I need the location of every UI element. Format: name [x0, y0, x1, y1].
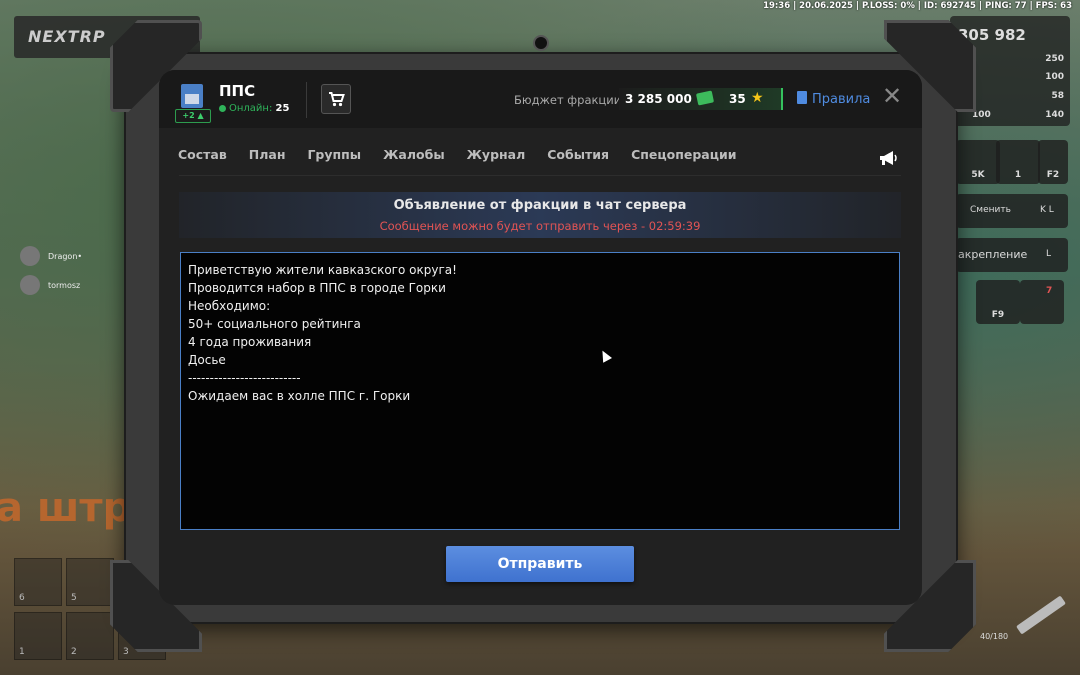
cooldown-text: Сообщение можно будет отправить через - …	[379, 219, 701, 233]
notification-count: 7	[1046, 286, 1053, 296]
ammo-counter: 40/180	[980, 632, 1009, 641]
hud-item-box: 1	[996, 140, 1040, 184]
message-line: Ожидаем вас в холле ППС г. Горки	[188, 389, 411, 403]
online-count: 25	[275, 103, 290, 114]
send-button[interactable]: Отправить	[446, 546, 634, 582]
online-status: Онлайн: 25	[219, 103, 289, 114]
inventory-slot: 1	[14, 612, 62, 660]
message-line: 50+ социального рейтинга	[188, 317, 361, 331]
tablet-camera	[533, 35, 549, 51]
pin-key: L	[1046, 249, 1052, 259]
tab-complaints[interactable]: Жалобы	[383, 147, 445, 162]
hud-stat-health: 250	[1045, 54, 1064, 64]
header-divider	[306, 82, 307, 118]
megaphone-icon[interactable]	[878, 150, 900, 166]
tab-groups[interactable]: Группы	[307, 147, 361, 162]
slot-number: 3	[123, 647, 129, 657]
message-line: Проводится набор в ППС в городе Горки	[188, 281, 446, 295]
document-icon	[797, 91, 807, 104]
police-building-icon	[181, 84, 203, 108]
inventory-slot: 2	[66, 612, 114, 660]
money-box-value: 5K	[971, 170, 985, 180]
tabs-divider	[179, 175, 901, 176]
rules-link[interactable]: Правила	[797, 91, 870, 107]
cart-icon	[329, 92, 345, 107]
hud-stat-hunger: 58	[1051, 91, 1064, 101]
hud-stat-armor: 140	[1045, 110, 1064, 120]
close-icon[interactable]: ✕	[882, 84, 902, 108]
inventory-slot: 6	[14, 558, 62, 606]
change-keys: K L	[1040, 205, 1054, 215]
notification-bell[interactable]: 7	[1020, 280, 1064, 324]
message-line: Досье	[188, 353, 226, 367]
star-icon: ★	[751, 90, 764, 106]
slot-number: 2	[71, 647, 77, 657]
voice-player-2: tormosz	[20, 275, 80, 295]
tab-sostav[interactable]: Состав	[178, 147, 227, 162]
player-name: tormosz	[48, 280, 81, 290]
hud-money-box: 5K	[956, 140, 1000, 184]
rank-badge: +2 ▲	[175, 109, 211, 123]
rank-badge-value: +2	[182, 111, 195, 120]
hud-stat-stamina: 100	[1045, 72, 1064, 82]
online-label: Онлайн:	[229, 103, 273, 114]
slot-number: 5	[71, 593, 77, 603]
hud-key-f2: F2	[1038, 140, 1068, 184]
hud-pin-box: акрепление L	[956, 238, 1068, 272]
budget-label: Бюджет фракции:	[514, 93, 626, 107]
online-dot-icon	[219, 104, 226, 112]
money-icon	[695, 90, 715, 106]
hud-change-box: Сменить K L	[956, 194, 1068, 228]
faction-header: +2 ▲ ППС Онлайн: 25 Бюджет фракции: 3 28…	[159, 70, 922, 128]
faction-icon: +2 ▲	[175, 82, 211, 123]
hud-key-f9: F9	[976, 280, 1020, 324]
announcement-title: Объявление от фракции в чат сервера	[393, 198, 687, 213]
message-textarea[interactable]: Приветствую жители кавказского округа! П…	[180, 252, 900, 530]
voice-player-1: Dragon•	[20, 246, 82, 266]
key-f9-label: F9	[991, 310, 1005, 320]
rules-label: Правила	[812, 92, 871, 107]
tab-events[interactable]: События	[547, 147, 609, 162]
player-name: Dragon•	[48, 251, 83, 261]
budget-box: 3 285 000 35 ★	[619, 88, 783, 110]
slot-number: 1	[19, 647, 25, 657]
message-line: --------------------------	[188, 371, 301, 385]
tab-bar: Состав План Группы Жалобы Журнал События…	[178, 147, 737, 162]
tablet-screen: +2 ▲ ППС Онлайн: 25 Бюджет фракции: 3 28…	[159, 70, 922, 605]
message-line: Приветствую жители кавказского округа!	[188, 263, 457, 277]
item-box-value: 1	[1014, 170, 1022, 180]
avatar	[20, 246, 40, 266]
announcement-banner: Объявление от фракции в чат сервера Сооб…	[179, 192, 901, 238]
message-line: 4 года проживания	[188, 335, 312, 349]
status-bar: 19:36 | 20.06.2025 | P.LOSS: 0% | ID: 69…	[763, 1, 1072, 11]
tab-plan[interactable]: План	[249, 147, 286, 162]
stars-value: 35	[729, 92, 746, 106]
tab-journal[interactable]: Журнал	[467, 147, 526, 162]
budget-value: 3 285 000	[625, 92, 692, 106]
slot-number: 6	[19, 593, 25, 603]
logo-text: NEXTRP	[28, 27, 106, 46]
tab-special-ops[interactable]: Спецоперации	[631, 147, 736, 162]
faction-name: ППС	[219, 82, 256, 100]
avatar	[20, 275, 40, 295]
weapon-icon	[1016, 595, 1066, 635]
background-sign-text: а штр	[0, 485, 132, 531]
message-line: Необходимо:	[188, 299, 271, 313]
shop-cart-button[interactable]	[321, 84, 351, 114]
key-f2-label: F2	[1046, 170, 1060, 180]
pin-label: акрепление	[958, 248, 1028, 261]
inventory-slot: 5	[66, 558, 114, 606]
change-label: Сменить	[970, 205, 1011, 215]
